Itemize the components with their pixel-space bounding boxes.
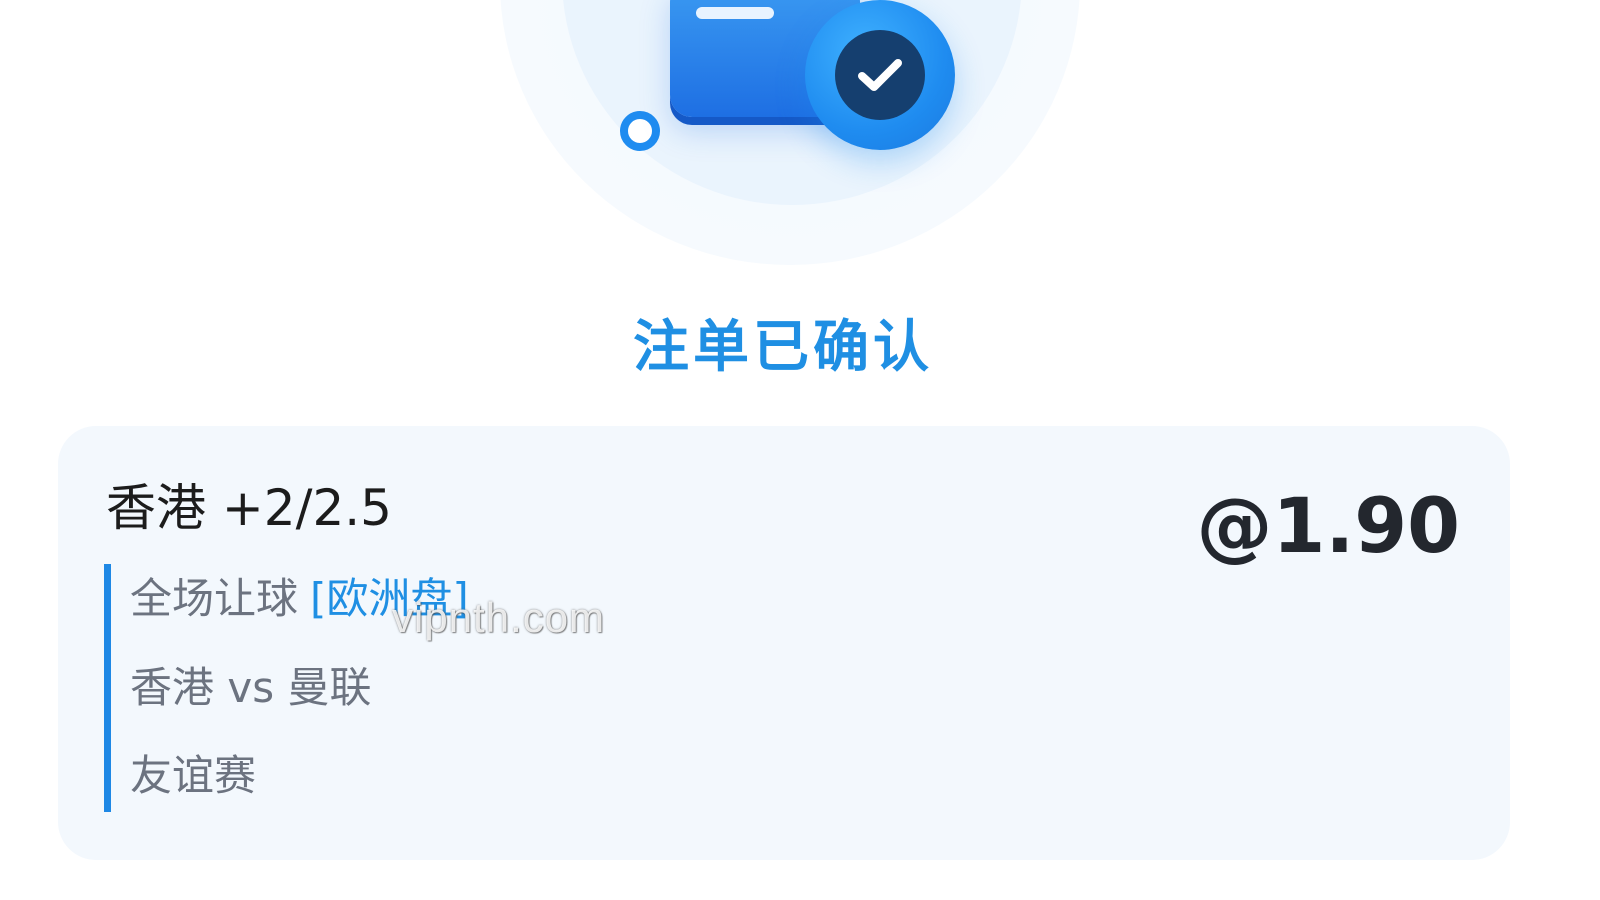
bet-confirmation-page: 注单已确认 香港 +2/2.5 @1.90 全场让球 [欧洲盘] 香港 vs 曼联… [0,0,1600,900]
wallet-slot [696,7,774,19]
confirmation-illustration [500,0,1080,270]
check-icon [835,30,925,120]
market-type: 全场让球 [130,574,299,623]
match-name: 香港 vs 曼联 [130,663,372,712]
market-tag: [欧洲盘] [310,574,469,623]
bet-odds: @1.90 [1196,481,1460,570]
decorative-ring-icon [620,111,660,151]
detail-accent-bar [104,564,111,812]
bet-slip-card: 香港 +2/2.5 @1.90 全场让球 [欧洲盘] 香港 vs 曼联 友谊赛 [58,426,1510,860]
league-name: 友谊赛 [130,751,257,800]
bet-selection: 香港 +2/2.5 [106,479,392,537]
market-line: 全场让球 [欧洲盘] [130,571,469,627]
page-title: 注单已确认 [633,315,933,380]
